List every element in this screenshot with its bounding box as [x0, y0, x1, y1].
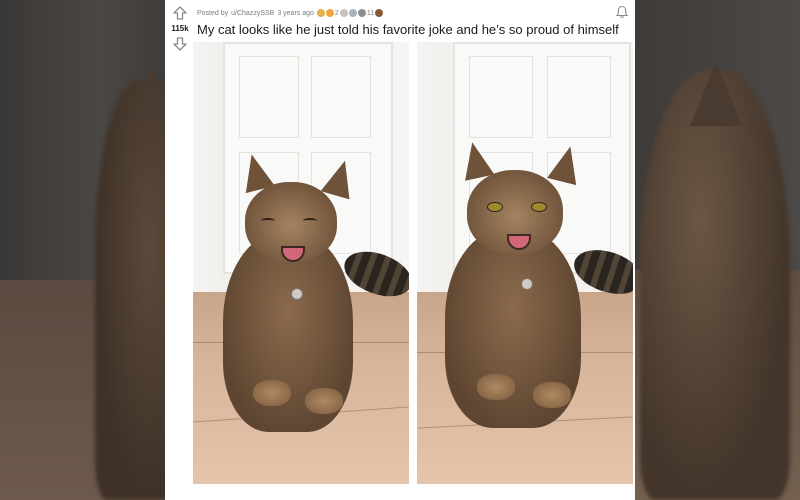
award-icon — [375, 9, 384, 17]
bg-cat-right — [640, 70, 790, 500]
award-icon — [348, 9, 357, 17]
cat-paw — [305, 388, 343, 414]
award-icon — [339, 9, 348, 17]
award-count: 11 — [366, 9, 375, 17]
cat-eye — [261, 218, 275, 224]
award-icon — [316, 9, 325, 17]
post-card: 115k Posted by u/ChazzySSB 3 years ago 2… — [165, 0, 635, 500]
cat-collar-tag — [291, 288, 303, 300]
award-icon — [325, 9, 334, 17]
post-meta: Posted by u/ChazzySSB 3 years ago 2 11 — [197, 6, 384, 20]
cat-eye — [303, 218, 317, 224]
cat-paw — [253, 380, 291, 406]
post-age: 3 years ago — [277, 9, 314, 17]
arrow-down-icon — [173, 37, 187, 51]
downvote-button[interactable] — [173, 37, 187, 51]
cat-eye — [531, 202, 547, 212]
cat-paw — [533, 382, 571, 408]
post-image-left[interactable] — [193, 42, 409, 484]
cat-eye — [487, 202, 503, 212]
award-icon — [357, 9, 366, 17]
award-count: 2 — [334, 9, 339, 17]
post-image-right[interactable] — [417, 42, 633, 484]
arrow-up-icon — [173, 6, 187, 20]
upvote-button[interactable] — [173, 6, 187, 20]
bg-cat-ear — [690, 62, 742, 126]
vote-score: 115k — [171, 24, 189, 33]
award-group[interactable]: 2 11 — [316, 9, 384, 17]
cat-paw — [477, 374, 515, 400]
bell-icon — [615, 5, 629, 18]
notification-button[interactable] — [615, 5, 629, 19]
post-title[interactable]: My cat looks like he just told his favor… — [197, 22, 627, 37]
posted-by-prefix: Posted by — [197, 9, 229, 17]
cat-collar-tag — [521, 278, 533, 290]
vote-column: 115k — [165, 0, 195, 500]
author-link[interactable]: u/ChazzySSB — [231, 10, 274, 17]
